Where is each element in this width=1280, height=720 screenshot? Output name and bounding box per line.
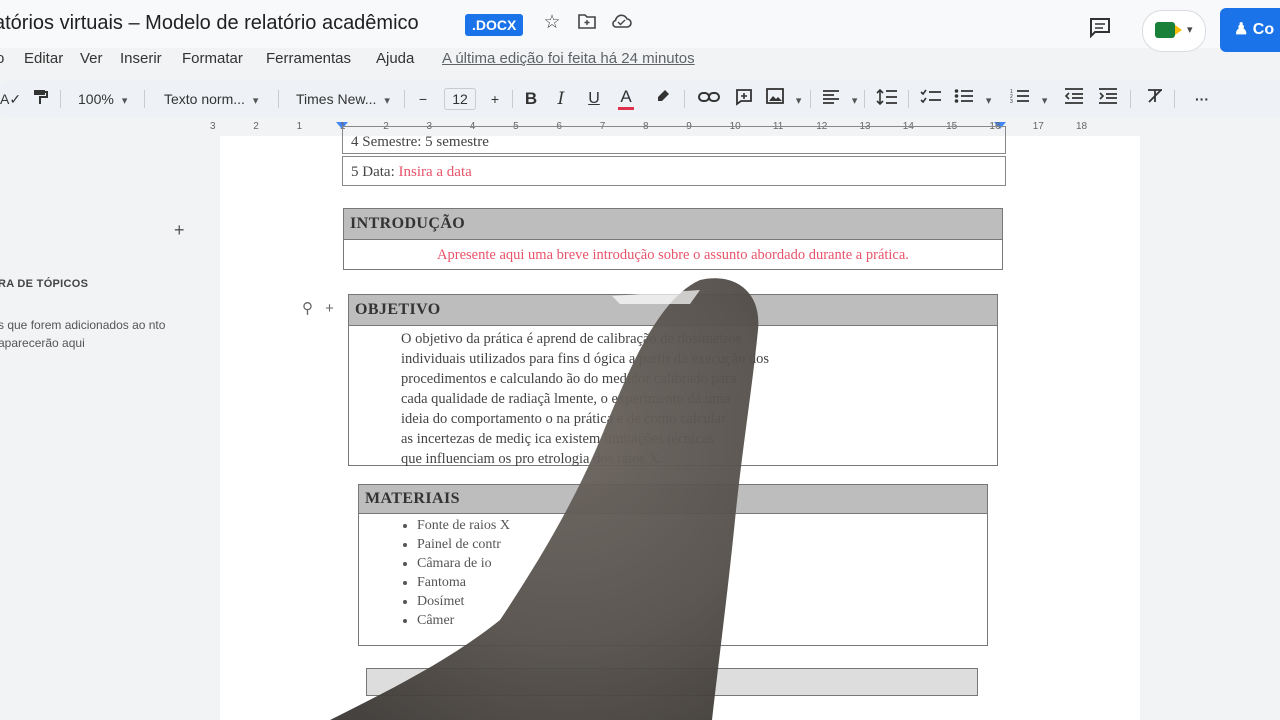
clear-format-icon[interactable] [1146, 88, 1164, 110]
add-heading-button[interactable]: + [174, 220, 185, 241]
add-icon[interactable]: + [325, 300, 334, 317]
toolbar-separator [144, 90, 145, 108]
toolbar: A✓ 100% Texto norm... Times New... − 12 … [0, 80, 1280, 118]
increase-font-button[interactable]: + [488, 88, 502, 110]
chevron-down-icon: ▾ [1187, 24, 1193, 36]
toolbar-separator [864, 90, 865, 108]
title-bar: atórios virtuais – Modelo de relatório a… [0, 0, 1280, 52]
font-select[interactable]: Times New... [296, 88, 390, 110]
last-edit-link[interactable]: A última edição foi feita há 24 minutos [442, 50, 695, 67]
star-icon[interactable]: ☆ [541, 12, 563, 34]
highlight-icon[interactable] [654, 88, 672, 110]
toolbar-separator [60, 90, 61, 108]
image-icon[interactable] [766, 88, 801, 110]
meet-button[interactable]: ▾ [1142, 10, 1206, 52]
ruler-tick: 17 [1032, 121, 1044, 132]
decrease-indent-icon[interactable] [1064, 88, 1084, 110]
docx-badge: .DOCX [465, 14, 524, 36]
menu-view[interactable]: Ver [80, 50, 103, 67]
table-row[interactable]: 4 Semestre: 5 semestre [342, 126, 1006, 154]
menu-help[interactable]: Ajuda [376, 50, 414, 67]
objective-line: O objetivo da prática é aprend de calibr… [401, 331, 742, 347]
more-icon[interactable]: ··· [1192, 88, 1212, 110]
toolbar-separator [908, 90, 909, 108]
text-color-button[interactable]: A [618, 88, 634, 110]
font-size-input[interactable]: 12 [444, 88, 476, 110]
move-to-folder-icon[interactable] [576, 12, 598, 34]
intro-section[interactable]: INTRODUÇÃO Apresente aqui uma breve intr… [343, 208, 1003, 270]
next-section-header[interactable] [366, 668, 978, 696]
toolbar-separator [404, 90, 405, 108]
svg-text:3: 3 [1010, 99, 1013, 104]
menu-format[interactable]: Formatar [182, 50, 243, 67]
list-item: Fonte de raios X [417, 516, 987, 535]
objective-section[interactable]: OBJETIVO O objetivo da prática é aprend … [348, 294, 998, 469]
date-label: 5 Data: [351, 164, 395, 180]
google-docs-window: atórios virtuais – Modelo de relatório a… [0, 0, 1280, 720]
numbered-list-icon[interactable]: 123 [1010, 88, 1047, 110]
list-item: Dosímet [417, 592, 987, 611]
paragraph-hover-tools: ⚲ + [302, 299, 334, 317]
share-button[interactable]: ♟ Co [1220, 8, 1280, 52]
align-icon[interactable] [822, 88, 857, 110]
checklist-icon[interactable] [920, 88, 942, 110]
materials-section[interactable]: MATERIAIS Fonte de raios X Painel de con… [358, 484, 988, 646]
italic-button[interactable]: I [554, 88, 568, 110]
intro-heading: INTRODUÇÃO [344, 209, 1002, 240]
underline-button[interactable]: U [586, 88, 602, 110]
bullet-list-icon[interactable] [954, 88, 991, 110]
outline-help-text: s que forem adicionados ao nto aparecerã… [0, 318, 166, 350]
add-comment-icon[interactable] [734, 88, 754, 110]
objective-heading: OBJETIVO [349, 295, 997, 326]
spellcheck-icon[interactable]: A✓ [0, 88, 21, 110]
zoom-select[interactable]: 100% [78, 88, 127, 110]
link-icon[interactable] [698, 88, 720, 110]
menu-insert[interactable]: Inserir [120, 50, 162, 67]
objective-line: individuais utilizados para fins d ógica… [401, 351, 770, 367]
menu-tools[interactable]: Ferramentas [266, 50, 351, 67]
share-label: Co [1252, 21, 1275, 38]
objective-line: que influenciam os pro etrologia dos rai… [401, 451, 663, 467]
toolbar-separator [278, 90, 279, 108]
table-row[interactable]: 5 Data: Insira a data [342, 156, 1006, 186]
lock-person-icon: ♟ [1234, 21, 1253, 38]
meet-icon [1155, 22, 1182, 38]
document-title[interactable]: atórios virtuais – Modelo de relatório a… [0, 12, 419, 35]
objective-line: ideia do comportamento o na prática e de… [401, 411, 726, 427]
toolbar-separator [810, 90, 811, 108]
increase-indent-icon[interactable] [1098, 88, 1118, 110]
toolbar-separator [1130, 90, 1131, 108]
objective-line: cada qualidade de radiaçã lmente, o expe… [401, 391, 730, 407]
ruler-tick: 1 [296, 121, 303, 132]
paint-format-icon[interactable] [30, 88, 50, 110]
materials-heading: MATERIAIS [359, 485, 987, 514]
ruler-tick: 2 [253, 121, 259, 132]
objective-line: procedimentos e calculando ão do medidor… [401, 371, 737, 387]
comment-icon[interactable] [1086, 16, 1114, 44]
list-item: Painel de contr [417, 535, 987, 554]
date-value[interactable]: Insira a data [398, 164, 471, 180]
list-item: Câmara de io [417, 554, 987, 573]
cloud-status-icon[interactable] [610, 12, 632, 34]
toolbar-separator [1174, 90, 1175, 108]
ruler-tick: 3 [210, 121, 216, 132]
bold-button[interactable]: B [522, 88, 540, 110]
toolbar-separator [684, 90, 685, 108]
decrease-font-button[interactable]: − [416, 88, 430, 110]
objective-text[interactable]: O objetivo da prática é aprend de calibr… [349, 326, 997, 469]
ruler-tick: 18 [1076, 121, 1088, 132]
menu-edit[interactable]: Editar [24, 50, 63, 67]
toolbar-separator [512, 90, 513, 108]
semester-row-text: 4 Semestre: 5 semestre [351, 134, 489, 150]
list-item: Fantoma [417, 573, 987, 592]
list-item: Câmer [417, 611, 987, 630]
style-select[interactable]: Texto norm... [164, 88, 258, 110]
pin-icon[interactable]: ⚲ [302, 300, 313, 317]
materials-list[interactable]: Fonte de raios X Painel de contr Câmara … [359, 516, 987, 630]
line-spacing-icon[interactable] [876, 88, 898, 110]
menu-file[interactable]: o [0, 50, 4, 67]
objective-line: as incertezas de mediç ica existem limit… [401, 431, 714, 447]
intro-text[interactable]: Apresente aqui uma breve introdução sobr… [344, 240, 1002, 270]
outline-heading: RA DE TÓPICOS [0, 278, 89, 290]
